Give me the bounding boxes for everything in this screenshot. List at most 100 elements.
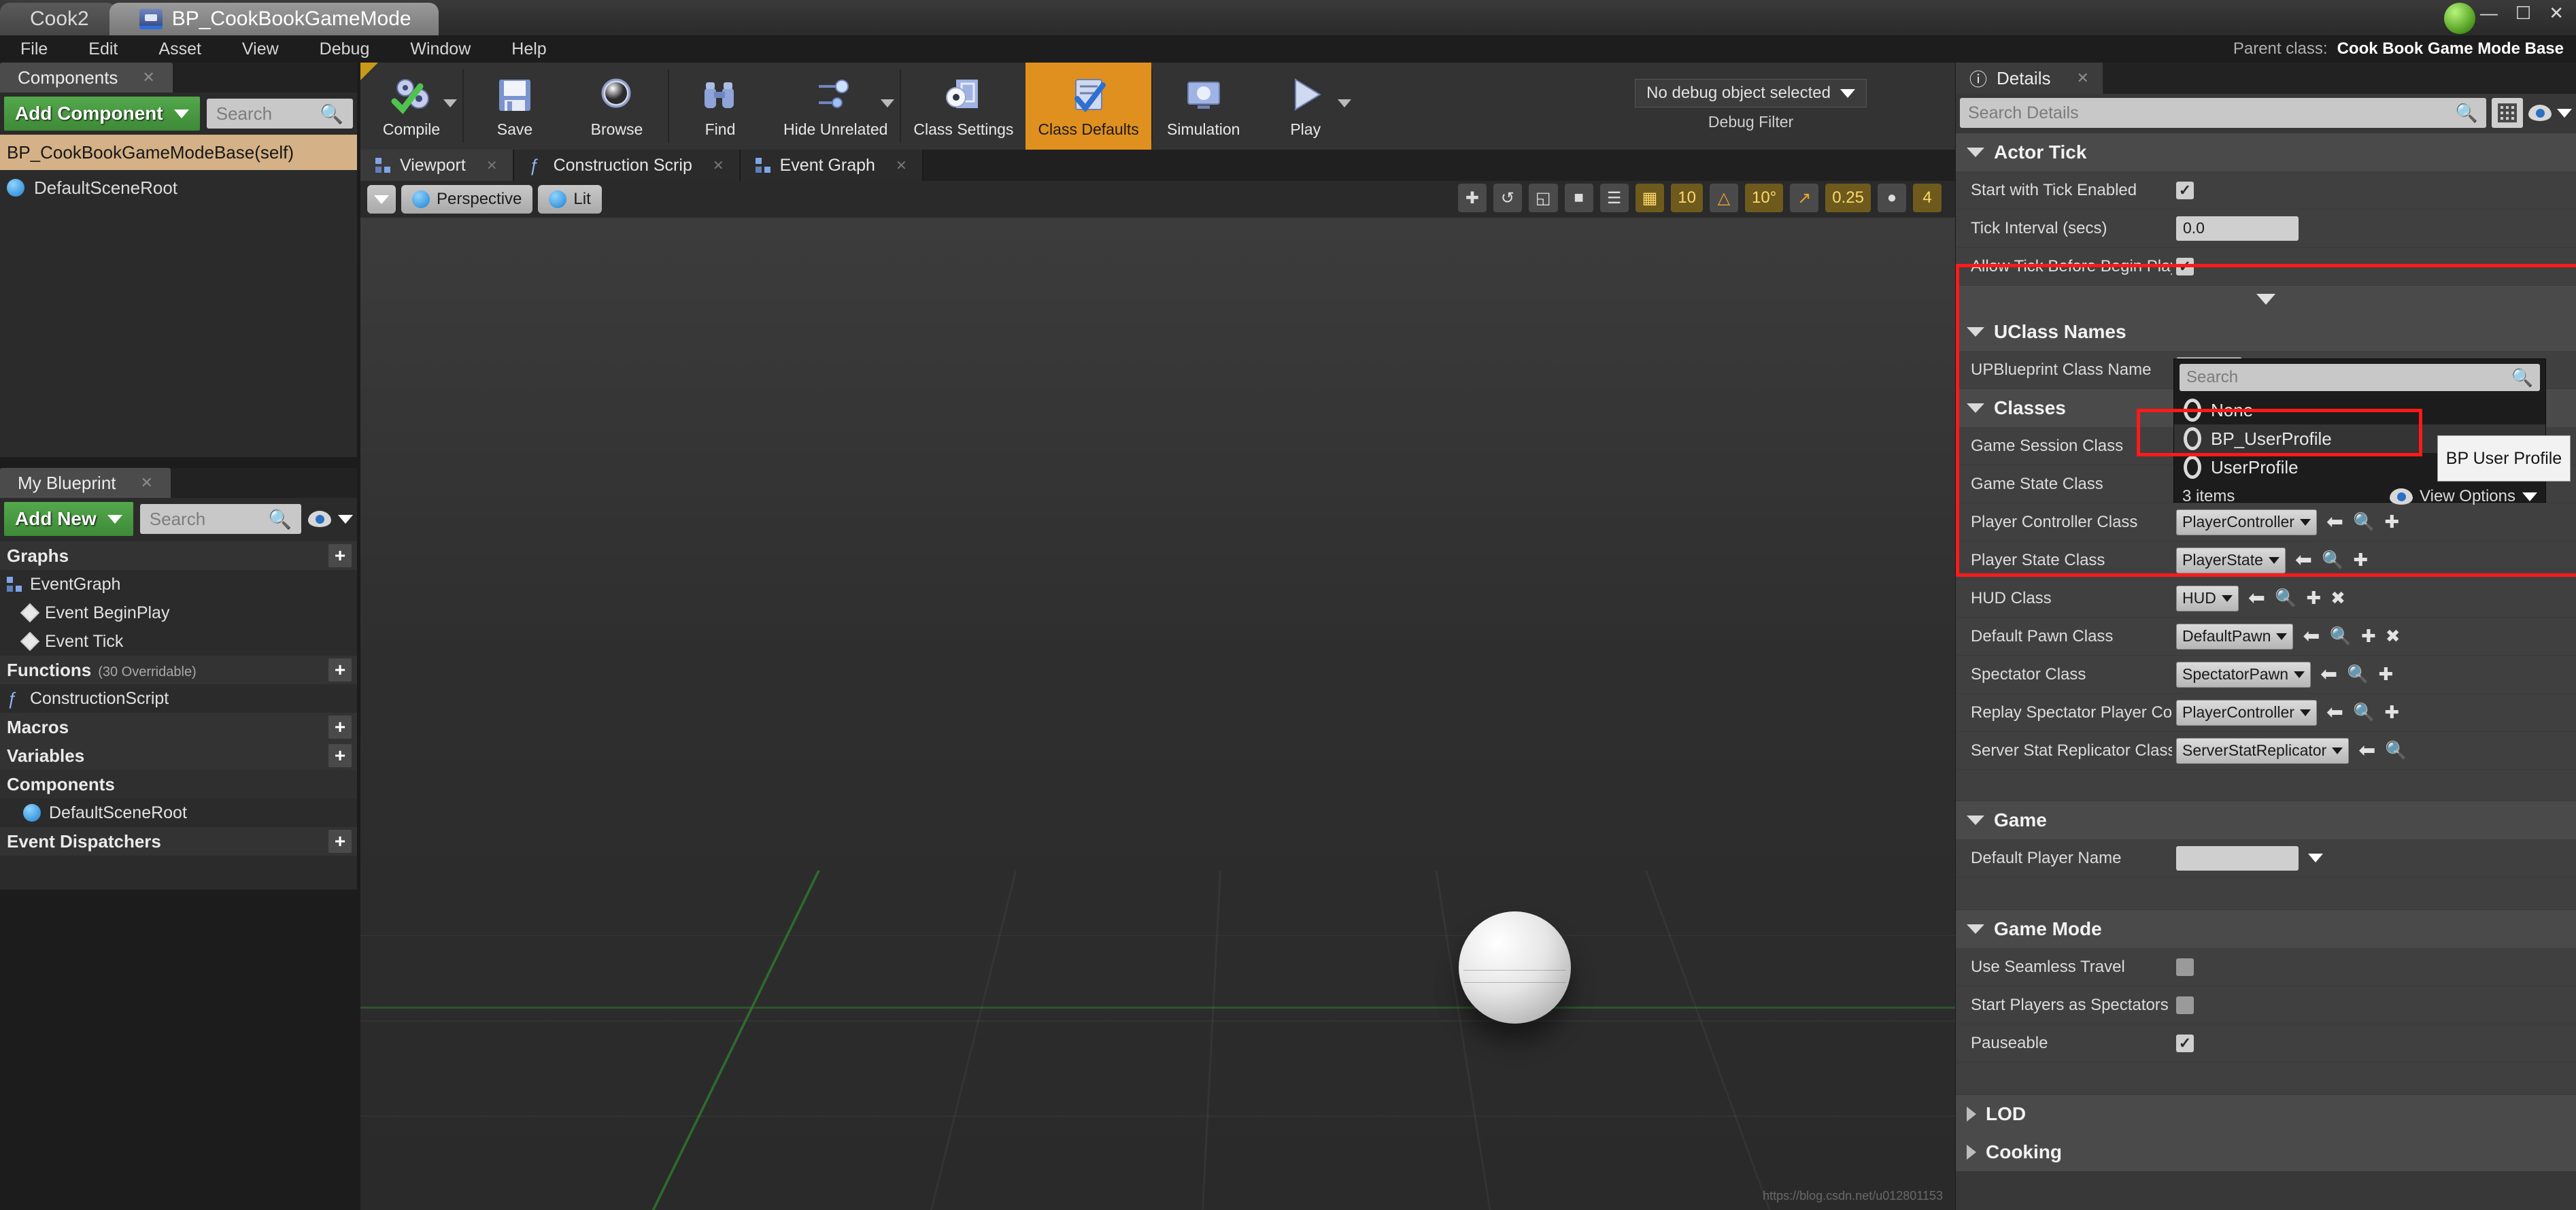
class-option-none[interactable]: None [2174, 396, 2545, 424]
rotate-tool-icon[interactable]: ↺ [1493, 184, 1522, 212]
start-players-as-spectators-checkbox[interactable] [2176, 996, 2194, 1014]
plus-icon[interactable]: ✚ [2361, 626, 2376, 647]
start-with-tick-enabled-checkbox[interactable]: ✓ [2176, 181, 2194, 199]
close-icon[interactable]: ✕ [896, 157, 907, 174]
add-graph-button[interactable]: + [328, 544, 352, 567]
browse-icon[interactable]: 🔍 [2322, 550, 2343, 571]
chevron-down-icon[interactable] [2522, 492, 2537, 501]
maximize-button[interactable]: ☐ [2515, 4, 2531, 22]
player-controller-class-combo[interactable]: PlayerController [2176, 509, 2317, 535]
toolbar-button-hide-unrelated[interactable]: Hide Unrelated [771, 63, 900, 150]
default-sphere-mesh[interactable] [1459, 911, 1571, 1024]
chevron-down-icon[interactable] [1337, 99, 1351, 107]
world-space-icon[interactable]: ■ [1564, 184, 1593, 212]
menu-item-view[interactable]: View [222, 39, 299, 59]
menu-item-window[interactable]: Window [390, 39, 491, 59]
add-function-button[interactable]: + [328, 658, 352, 682]
visibility-eye-icon[interactable] [308, 511, 331, 527]
menu-item-debug[interactable]: Debug [299, 39, 390, 59]
clear-icon[interactable]: ✖ [2331, 588, 2345, 609]
minimize-button[interactable]: — [2480, 4, 2498, 22]
close-icon[interactable]: ✕ [142, 69, 154, 86]
viewport-options-button[interactable] [367, 185, 396, 214]
add-variable-button[interactable]: + [328, 744, 352, 767]
plus-icon[interactable]: ✚ [2353, 550, 2368, 571]
toolbar-button-save[interactable]: Save [464, 63, 566, 150]
toolbar-button-play[interactable]: Play [1255, 63, 1357, 150]
close-icon[interactable]: ✕ [486, 157, 498, 174]
lit-mode-button[interactable]: Lit [538, 185, 602, 214]
window-tab-blueprint[interactable]: BP_CookBookGameMode [109, 3, 439, 35]
toolbar-button-browse[interactable]: Browse [566, 63, 668, 150]
tab-event-graph[interactable]: Event Graph ✕ [740, 150, 923, 181]
list-item-event-tick[interactable]: Event Tick [0, 627, 357, 656]
tab-details[interactable]: ⓘ Details ✕ [1956, 63, 2103, 94]
grid-snap-value[interactable]: 10 [1671, 184, 1703, 212]
category-cooking[interactable]: Cooking [1956, 1133, 2576, 1171]
tick-interval-input[interactable]: 0.0 [2176, 216, 2299, 241]
list-item-defaultsceneroot[interactable]: DefaultSceneRoot [0, 799, 357, 827]
viewport-canvas[interactable]: https://blog.csdn.net/u012801153 [360, 218, 1955, 1210]
tab-my-blueprint[interactable]: My Blueprint ✕ [0, 468, 171, 498]
component-row-self[interactable]: BP_CookBookGameModeBase(self) [0, 135, 357, 170]
menu-item-edit[interactable]: Edit [68, 39, 138, 59]
default-pawn-class-combo[interactable]: DefaultPawn [2176, 623, 2294, 650]
plus-icon[interactable]: ✚ [2306, 588, 2321, 609]
replay-spectator-player-controller-combo[interactable]: PlayerController [2176, 699, 2317, 726]
menu-item-help[interactable]: Help [491, 39, 566, 59]
add-component-button[interactable]: Add Component [4, 97, 200, 131]
category-uclass-names[interactable]: UClass Names [1956, 313, 2576, 351]
class-picker-search-input[interactable]: Search 🔍 [2180, 364, 2540, 391]
section-header-components[interactable]: Components [0, 770, 357, 799]
toolbar-button-compile[interactable]: Compile [360, 63, 462, 150]
add-event-dispatcher-button[interactable]: + [328, 830, 352, 853]
back-arrow-icon[interactable]: ⬅ [2295, 548, 2312, 572]
my-blueprint-search-input[interactable]: Search 🔍 [139, 504, 301, 534]
add-macro-button[interactable]: + [328, 716, 352, 739]
rotation-snap-value[interactable]: 10° [1744, 184, 1784, 212]
details-visibility-eye-icon[interactable] [2528, 105, 2552, 121]
tab-viewport[interactable]: Viewport ✕ [360, 150, 514, 181]
add-new-button[interactable]: Add New [4, 502, 133, 536]
allow-tick-before-begin-play-checkbox[interactable]: ✓ [2176, 257, 2194, 275]
plus-icon[interactable]: ✚ [2384, 511, 2399, 533]
browse-icon[interactable]: 🔍 [2353, 702, 2375, 723]
expand-more-bar[interactable] [1956, 286, 2576, 313]
browse-icon[interactable]: 🔍 [2330, 626, 2352, 647]
surface-snap-icon[interactable]: ☰ [1599, 184, 1629, 212]
chevron-down-icon[interactable] [2308, 854, 2323, 862]
debug-object-button[interactable]: No debug object selected [1635, 79, 1867, 107]
default-player-name-input[interactable] [2176, 845, 2299, 871]
scale-snap-toggle[interactable]: ↗ [1790, 184, 1819, 212]
close-icon[interactable]: ✕ [141, 474, 153, 492]
browse-icon[interactable]: 🔍 [2385, 740, 2407, 761]
close-icon[interactable]: ✕ [713, 157, 724, 174]
browse-icon[interactable]: 🔍 [2347, 664, 2369, 685]
spectator-class-combo[interactable]: SpectatorPawn [2176, 661, 2311, 688]
back-arrow-icon[interactable]: ⬅ [2320, 662, 2337, 686]
toolbar-button-find[interactable]: Find [669, 63, 771, 150]
component-row-scene-root[interactable]: DefaultSceneRoot [0, 170, 357, 205]
list-item-eventgraph[interactable]: EventGraph [0, 570, 357, 599]
menu-item-file[interactable]: File [0, 39, 68, 59]
toolbar-button-class-settings[interactable]: Class Settings [901, 63, 1026, 150]
pauseable-checkbox[interactable]: ✓ [2176, 1034, 2194, 1052]
camera-speed-value[interactable]: 4 [1913, 184, 1942, 212]
section-header-graphs[interactable]: Graphs + [0, 541, 357, 570]
category-lod[interactable]: LOD [1956, 1095, 2576, 1133]
server-stat-replicator-class-combo[interactable]: ServerStatReplicator [2176, 737, 2350, 764]
view-options-label[interactable]: View Options [2420, 487, 2515, 506]
back-arrow-icon[interactable]: ⬅ [2248, 586, 2265, 610]
toolbar-button-class-defaults[interactable]: Class Defaults [1026, 63, 1151, 150]
details-search-input[interactable]: Search Details 🔍 [1960, 98, 2486, 128]
toolbar-button-simulation[interactable]: Simulation [1153, 63, 1255, 150]
browse-icon[interactable]: 🔍 [2275, 588, 2297, 609]
chevron-down-icon[interactable] [881, 99, 895, 107]
section-header-macros[interactable]: Macros + [0, 713, 357, 741]
scale-snap-value[interactable]: 0.25 [1825, 184, 1871, 212]
section-header-event-dispatchers[interactable]: Event Dispatchers + [0, 827, 357, 856]
section-header-functions[interactable]: Functions (30 Overridable) + [0, 656, 357, 684]
back-arrow-icon[interactable]: ⬅ [2326, 701, 2343, 724]
chevron-down-icon[interactable] [338, 514, 353, 524]
view-mode-button[interactable]: Perspective [401, 185, 533, 214]
